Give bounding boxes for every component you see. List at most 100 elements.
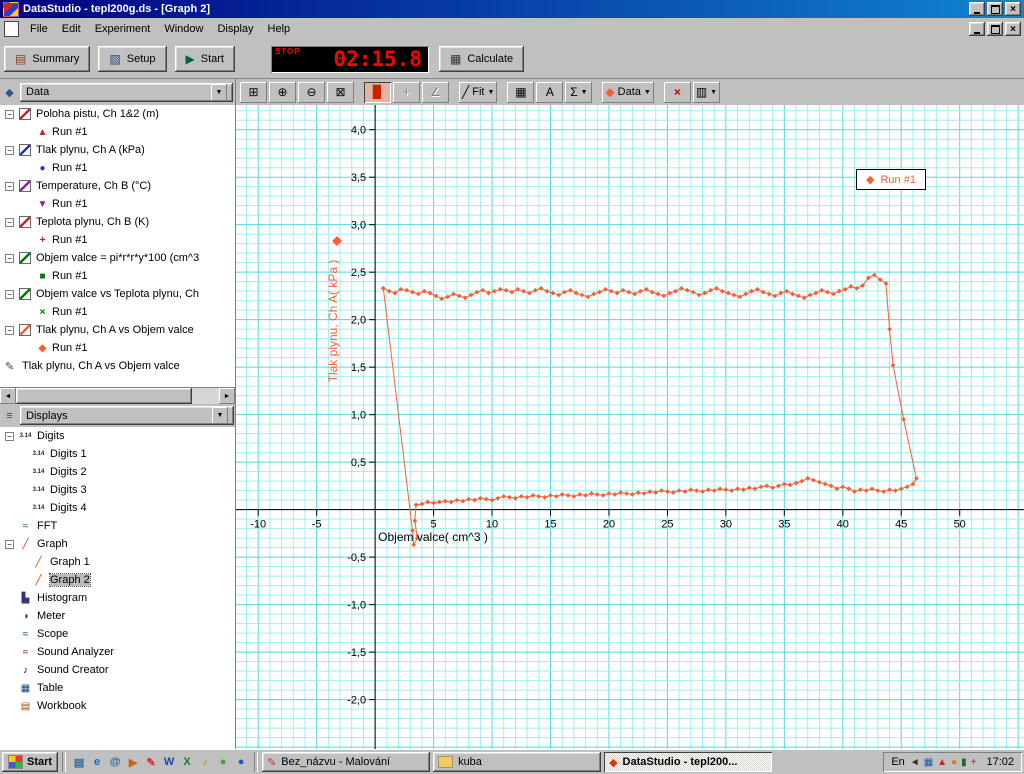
data-item-tlak-plynu-ch-a-vs-objem-valce[interactable]: − Tlak plynu, Ch A vs Objem valce bbox=[0, 321, 235, 339]
display-settings-icon[interactable]: ▦ bbox=[924, 757, 933, 768]
data-tree-hscrollbar[interactable]: ◄ ► bbox=[0, 387, 235, 405]
menu-experiment[interactable]: Experiment bbox=[88, 21, 158, 37]
display-item-digits-1[interactable]: 3.14 Digits 1 bbox=[0, 445, 235, 463]
outlook-icon[interactable]: @ bbox=[106, 753, 124, 771]
display-item-graph[interactable]: − ╱ Graph bbox=[0, 535, 235, 553]
child-close-button[interactable]: × bbox=[1005, 22, 1021, 36]
media-player-icon[interactable]: ▶ bbox=[124, 753, 142, 771]
data-item-tlak-plynu-ch-a-kpa[interactable]: − Tlak plynu, Ch A (kPa) bbox=[0, 141, 235, 159]
scroll-left-icon[interactable]: ◄ bbox=[0, 388, 16, 405]
data-panel-bar[interactable]: Data ▼ bbox=[20, 82, 233, 102]
zoom-out-button[interactable]: ⊖ bbox=[298, 81, 325, 103]
minimize-button[interactable] bbox=[969, 2, 985, 16]
expand-toggle[interactable]: − bbox=[5, 217, 14, 227]
display-item-graph-2[interactable]: ╱ Graph 2 bbox=[0, 571, 235, 589]
calculate-button[interactable]: ▦ bbox=[507, 81, 535, 103]
start-button[interactable]: ▶ Start bbox=[174, 46, 235, 72]
zoom-select-button[interactable]: ⊠ bbox=[327, 81, 354, 103]
display-item-digits-2[interactable]: 3.14 Digits 2 bbox=[0, 463, 235, 481]
task-button-bez-n-zvu-malov-n[interactable]: ✎ Bez_názvu - Malování bbox=[262, 752, 431, 772]
task-button-kuba[interactable]: kuba bbox=[433, 752, 602, 772]
keyboard-layout-indicator[interactable]: En bbox=[891, 756, 904, 768]
child-minimize-button[interactable] bbox=[969, 22, 985, 36]
run-item[interactable]: ● Run #1 bbox=[0, 159, 235, 177]
graph-settings-button[interactable]: ▥ ▼ bbox=[692, 81, 721, 103]
network-icon[interactable]: ▮ bbox=[961, 757, 967, 768]
close-button[interactable]: × bbox=[1005, 2, 1021, 16]
display-item-histogram[interactable]: ▙ Histogram bbox=[0, 589, 235, 607]
scale-to-fit-button[interactable]: ⊞ bbox=[240, 81, 267, 103]
slope-tool-button[interactable]: ∠ bbox=[422, 81, 449, 103]
menu-window[interactable]: Window bbox=[157, 21, 210, 37]
chevron-down-icon[interactable]: ▼ bbox=[212, 407, 228, 425]
displays-panel-bar[interactable]: Displays ▼ bbox=[20, 406, 234, 426]
display-item-scope[interactable]: ≈ Scope bbox=[0, 625, 235, 643]
data-item-temperature-ch-b-c[interactable]: − Temperature, Ch B (°C) bbox=[0, 177, 235, 195]
zoom-in-button[interactable]: ⊕ bbox=[269, 81, 296, 103]
graph-canvas[interactable]: -10 -5 5 10 15 20 25 30 35 40 45 50 4,0 3,5 3,0 2,5 2,0 1… bbox=[236, 105, 1024, 749]
alarm-button[interactable]: ▉ bbox=[364, 81, 391, 103]
child-restore-button[interactable] bbox=[987, 22, 1003, 36]
data-item-teplota-plynu-ch-b-k[interactable]: − Teplota plynu, Ch B (K) bbox=[0, 213, 235, 231]
chevron-down-icon[interactable]: ▼ bbox=[211, 83, 227, 101]
expand-toggle[interactable]: − bbox=[5, 289, 14, 299]
realplayer-icon[interactable]: ● bbox=[232, 753, 250, 771]
start-menu-button[interactable]: Start bbox=[2, 752, 59, 772]
text-annotation-button[interactable]: A bbox=[536, 81, 564, 103]
display-item-graph-1[interactable]: ╱ Graph 1 bbox=[0, 553, 235, 571]
smart-tool-button[interactable]: + bbox=[393, 81, 420, 103]
word-icon[interactable]: W bbox=[160, 753, 178, 771]
scheduler-icon[interactable]: ● bbox=[951, 757, 957, 768]
scroll-right-icon[interactable]: ► bbox=[219, 388, 235, 405]
internet-explorer-icon[interactable]: e bbox=[88, 753, 106, 771]
run-item[interactable]: ■ Run #1 bbox=[0, 267, 235, 285]
display-item-meter[interactable]: ◑ Meter bbox=[0, 607, 235, 625]
display-item-sound-creator[interactable]: ♪ Sound Creator bbox=[0, 661, 235, 679]
display-item-digits-4[interactable]: 3.14 Digits 4 bbox=[0, 499, 235, 517]
display-item-fft[interactable]: ≈ FFT bbox=[0, 517, 235, 535]
summary-button[interactable]: ▤ Summary bbox=[4, 46, 91, 72]
expand-toggle[interactable]: − bbox=[5, 109, 14, 119]
display-item-workbook[interactable]: ▤ Workbook bbox=[0, 697, 235, 715]
setup-button[interactable]: ▧ Setup bbox=[98, 46, 167, 72]
menu-file[interactable]: File bbox=[23, 21, 55, 37]
display-item-sound-analyzer[interactable]: ≈ Sound Analyzer bbox=[0, 643, 235, 661]
display-item-table[interactable]: ▦ Table bbox=[0, 679, 235, 697]
volume-icon[interactable]: ◄ bbox=[910, 757, 920, 768]
data-item-objem-valce-pi-r-r-y-100-cm-3[interactable]: − Objem valce = pi*r*r*y*100 (cm^3 bbox=[0, 249, 235, 267]
antivirus-icon[interactable]: ▲ bbox=[937, 757, 947, 768]
data-item-objem-valce-vs-teplota-plynu-ch[interactable]: − Objem valce vs Teplota plynu, Ch bbox=[0, 285, 235, 303]
menu-edit[interactable]: Edit bbox=[55, 21, 88, 37]
expand-toggle[interactable]: − bbox=[5, 253, 14, 263]
messenger-icon[interactable]: + bbox=[971, 757, 977, 768]
winamp-icon[interactable]: ♪ bbox=[196, 753, 214, 771]
expand-toggle[interactable]: − bbox=[5, 325, 14, 335]
restore-button[interactable] bbox=[987, 2, 1003, 16]
legend[interactable]: ◆ Run #1 bbox=[856, 169, 926, 190]
data-item-poloha-pistu-ch-1-2-m[interactable]: − Poloha pistu, Ch 1&2 (m) bbox=[0, 105, 235, 123]
run-item[interactable]: ▼ Run #1 bbox=[0, 195, 235, 213]
menu-display[interactable]: Display bbox=[210, 21, 260, 37]
icq-icon[interactable]: ● bbox=[214, 753, 232, 771]
calculate-button[interactable]: ▦ Calculate bbox=[438, 46, 525, 72]
expand-toggle[interactable]: − bbox=[5, 431, 14, 441]
run-item[interactable]: × Run #1 bbox=[0, 303, 235, 321]
run-item[interactable]: ▲ Run #1 bbox=[0, 123, 235, 141]
display-item-digits[interactable]: −3.14 Digits bbox=[0, 427, 235, 445]
paint-icon[interactable]: ✎ bbox=[142, 753, 160, 771]
excel-icon[interactable]: X bbox=[178, 753, 196, 771]
display-item-digits-3[interactable]: 3.14 Digits 3 bbox=[0, 481, 235, 499]
run-item[interactable]: ◆ Run #1 bbox=[0, 339, 235, 357]
run-item[interactable]: + Run #1 bbox=[0, 231, 235, 249]
statistics-button[interactable]: Σ ▼ bbox=[565, 81, 593, 103]
scrollbar-thumb[interactable] bbox=[16, 388, 192, 405]
show-desktop-icon[interactable]: ▤ bbox=[70, 753, 88, 771]
delete-button[interactable]: × bbox=[663, 81, 691, 103]
expand-toggle[interactable]: − bbox=[5, 145, 14, 155]
expand-toggle[interactable]: − bbox=[5, 181, 14, 191]
fit-button[interactable]: ╱ Fit ▼ bbox=[459, 81, 498, 103]
data-button[interactable]: ◆ Data ▼ bbox=[602, 81, 654, 103]
task-button-datastudio-tepl200[interactable]: ◆ DataStudio - tepl200... bbox=[604, 752, 773, 772]
menu-help[interactable]: Help bbox=[261, 21, 298, 37]
expand-toggle[interactable]: − bbox=[5, 539, 14, 549]
